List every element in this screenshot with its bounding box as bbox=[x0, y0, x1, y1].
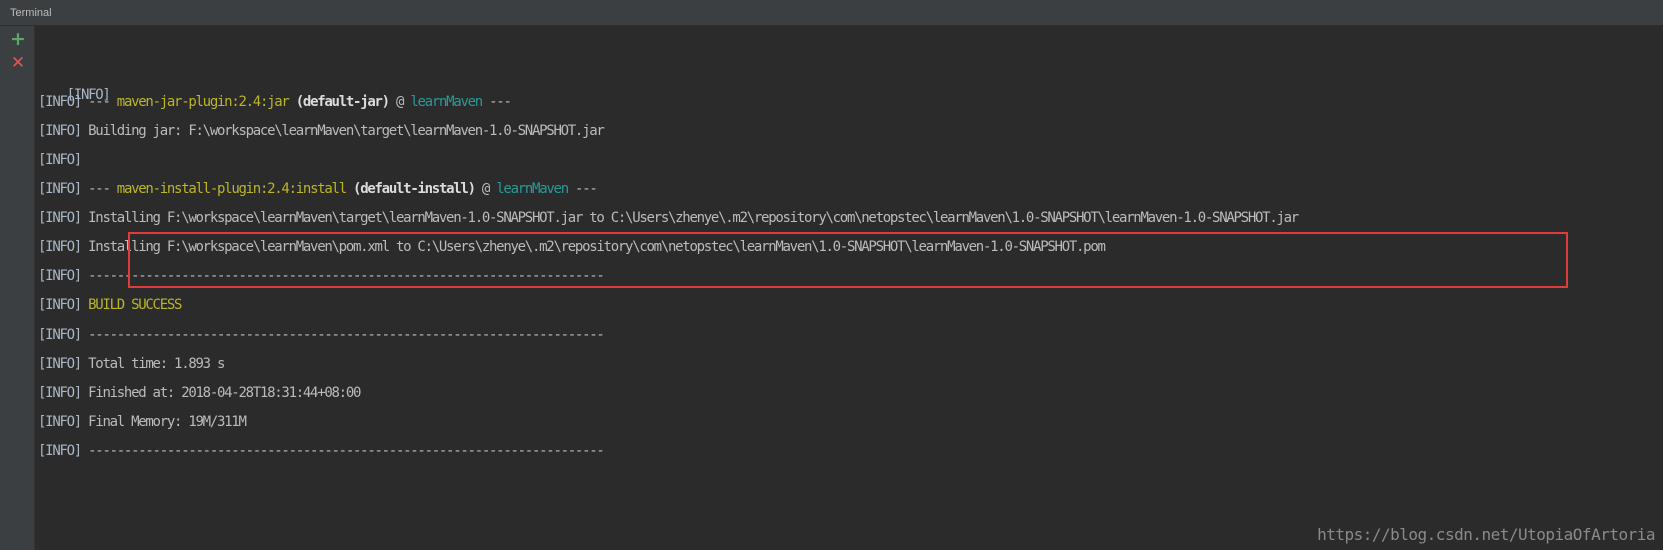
log-tag: [INFO] bbox=[38, 210, 82, 226]
separator-dashes: --- bbox=[88, 94, 111, 110]
separator-line: ----------------------------------------… bbox=[88, 268, 605, 284]
log-message: Final Memory: 19M/311M bbox=[88, 414, 247, 430]
terminal-toolbar: + ✕ bbox=[0, 26, 35, 550]
log-tag: [INFO] bbox=[38, 152, 82, 168]
log-message: Total time: 1.893 s bbox=[88, 356, 225, 372]
log-line: [INFO] ---------------------------------… bbox=[38, 265, 605, 287]
log-line: [INFO] Installing F:\workspace\learnMave… bbox=[38, 236, 1106, 258]
log-line: [INFO] --- maven-install-plugin:2.4:inst… bbox=[38, 178, 598, 200]
plugin-name: maven-install-plugin:2.4:install bbox=[116, 181, 347, 197]
log-message: Installing F:\workspace\learnMaven\pom.x… bbox=[88, 239, 1106, 255]
log-tag: [INFO] bbox=[38, 356, 82, 372]
log-line: [INFO] ---------------------------------… bbox=[38, 440, 605, 462]
log-tag: [INFO] bbox=[38, 443, 82, 459]
log-line: [INFO] bbox=[38, 149, 82, 171]
log-line: [INFO] bbox=[38, 62, 111, 103]
log-tag: [INFO] bbox=[38, 239, 82, 255]
terminal-title-bar: Terminal bbox=[0, 0, 1663, 26]
plugin-name: maven-jar-plugin:2.4:jar bbox=[116, 94, 290, 110]
log-line: [INFO] Final Memory: 19M/311M bbox=[38, 411, 247, 433]
log-tag: [INFO] bbox=[38, 181, 82, 197]
separator-dashes: --- bbox=[575, 181, 598, 197]
log-line: [INFO] ---------------------------------… bbox=[38, 324, 605, 346]
log-line: [INFO] Building jar: F:\workspace\learnM… bbox=[38, 120, 605, 142]
project-name: learnMaven bbox=[410, 94, 483, 110]
log-line: [INFO] --- maven-jar-plugin:2.4:jar (def… bbox=[38, 91, 512, 113]
log-line: [INFO] Installing F:\workspace\learnMave… bbox=[38, 207, 1299, 229]
goal-name: (default-install) bbox=[353, 181, 476, 197]
project-name: learnMaven bbox=[496, 181, 569, 197]
log-tag: [INFO] bbox=[38, 268, 82, 284]
add-icon[interactable]: + bbox=[9, 28, 27, 50]
separator-dashes: --- bbox=[88, 181, 111, 197]
log-line: [INFO] Total time: 1.893 s bbox=[38, 353, 225, 375]
log-tag: [INFO] bbox=[38, 94, 82, 110]
log-tag: [INFO] bbox=[38, 385, 82, 401]
log-tag: [INFO] bbox=[38, 297, 82, 313]
window-title: Terminal bbox=[10, 7, 52, 19]
watermark: https://blog.csdn.net/UtopiaOfArtoria bbox=[1317, 525, 1655, 544]
log-line: [INFO] Finished at: 2018-04-28T18:31:44+… bbox=[38, 382, 361, 404]
log-line: [INFO] BUILD SUCCESS bbox=[38, 294, 182, 316]
separator-line: ----------------------------------------… bbox=[88, 443, 605, 459]
close-icon[interactable]: ✕ bbox=[9, 53, 27, 73]
log-tag: [INFO] bbox=[38, 414, 82, 430]
goal-name: (default-jar) bbox=[295, 94, 390, 110]
build-status: BUILD SUCCESS bbox=[88, 297, 182, 313]
log-message: Installing F:\workspace\learnMaven\targe… bbox=[88, 210, 1299, 226]
log-message: Building jar: F:\workspace\learnMaven\ta… bbox=[88, 123, 605, 139]
terminal-output[interactable]: [INFO] [INFO] --- maven-jar-plugin:2.4:j… bbox=[35, 26, 1663, 550]
log-tag: [INFO] bbox=[38, 327, 82, 343]
log-message: Finished at: 2018-04-28T18:31:44+08:00 bbox=[88, 385, 361, 401]
at-sign: @ bbox=[481, 181, 490, 197]
separator-dashes: --- bbox=[489, 94, 512, 110]
log-tag: [INFO] bbox=[38, 123, 82, 139]
at-sign: @ bbox=[396, 94, 404, 110]
separator-line: ----------------------------------------… bbox=[88, 327, 605, 343]
